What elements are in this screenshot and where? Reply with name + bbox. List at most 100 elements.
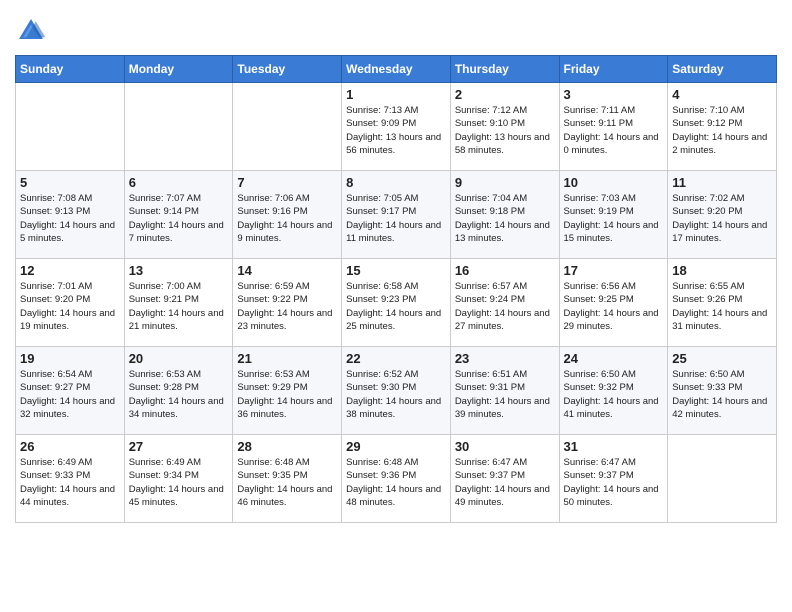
day-info: Sunrise: 6:48 AMSunset: 9:36 PMDaylight:… — [346, 456, 446, 509]
weekday-header: Saturday — [668, 56, 777, 83]
calendar-cell: 3 Sunrise: 7:11 AMSunset: 9:11 PMDayligh… — [559, 83, 668, 171]
day-info: Sunrise: 6:47 AMSunset: 9:37 PMDaylight:… — [455, 456, 555, 509]
day-number: 19 — [20, 351, 120, 366]
calendar-cell: 24 Sunrise: 6:50 AMSunset: 9:32 PMDaylig… — [559, 347, 668, 435]
day-number: 8 — [346, 175, 446, 190]
calendar-cell — [124, 83, 233, 171]
day-number: 12 — [20, 263, 120, 278]
day-number: 23 — [455, 351, 555, 366]
day-info: Sunrise: 7:12 AMSunset: 9:10 PMDaylight:… — [455, 104, 555, 157]
calendar-table: SundayMondayTuesdayWednesdayThursdayFrid… — [15, 55, 777, 523]
calendar-cell: 15 Sunrise: 6:58 AMSunset: 9:23 PMDaylig… — [342, 259, 451, 347]
day-number: 28 — [237, 439, 337, 454]
day-number: 16 — [455, 263, 555, 278]
calendar-cell: 26 Sunrise: 6:49 AMSunset: 9:33 PMDaylig… — [16, 435, 125, 523]
calendar-cell: 5 Sunrise: 7:08 AMSunset: 9:13 PMDayligh… — [16, 171, 125, 259]
calendar-cell: 1 Sunrise: 7:13 AMSunset: 9:09 PMDayligh… — [342, 83, 451, 171]
calendar-cell: 21 Sunrise: 6:53 AMSunset: 9:29 PMDaylig… — [233, 347, 342, 435]
calendar-cell: 29 Sunrise: 6:48 AMSunset: 9:36 PMDaylig… — [342, 435, 451, 523]
calendar-cell: 14 Sunrise: 6:59 AMSunset: 9:22 PMDaylig… — [233, 259, 342, 347]
day-info: Sunrise: 6:53 AMSunset: 9:28 PMDaylight:… — [129, 368, 229, 421]
day-info: Sunrise: 7:03 AMSunset: 9:19 PMDaylight:… — [564, 192, 664, 245]
calendar-cell: 9 Sunrise: 7:04 AMSunset: 9:18 PMDayligh… — [450, 171, 559, 259]
calendar-cell: 16 Sunrise: 6:57 AMSunset: 9:24 PMDaylig… — [450, 259, 559, 347]
calendar-header-row: SundayMondayTuesdayWednesdayThursdayFrid… — [16, 56, 777, 83]
day-info: Sunrise: 7:04 AMSunset: 9:18 PMDaylight:… — [455, 192, 555, 245]
day-info: Sunrise: 6:47 AMSunset: 9:37 PMDaylight:… — [564, 456, 664, 509]
calendar-cell: 11 Sunrise: 7:02 AMSunset: 9:20 PMDaylig… — [668, 171, 777, 259]
weekday-header: Thursday — [450, 56, 559, 83]
day-number: 14 — [237, 263, 337, 278]
calendar-cell: 6 Sunrise: 7:07 AMSunset: 9:14 PMDayligh… — [124, 171, 233, 259]
day-number: 20 — [129, 351, 229, 366]
calendar-cell: 31 Sunrise: 6:47 AMSunset: 9:37 PMDaylig… — [559, 435, 668, 523]
day-info: Sunrise: 7:06 AMSunset: 9:16 PMDaylight:… — [237, 192, 337, 245]
calendar-week-row: 19 Sunrise: 6:54 AMSunset: 9:27 PMDaylig… — [16, 347, 777, 435]
day-info: Sunrise: 7:01 AMSunset: 9:20 PMDaylight:… — [20, 280, 120, 333]
calendar-cell: 17 Sunrise: 6:56 AMSunset: 9:25 PMDaylig… — [559, 259, 668, 347]
day-info: Sunrise: 6:57 AMSunset: 9:24 PMDaylight:… — [455, 280, 555, 333]
day-number: 18 — [672, 263, 772, 278]
day-info: Sunrise: 6:54 AMSunset: 9:27 PMDaylight:… — [20, 368, 120, 421]
page-header — [15, 15, 777, 47]
day-number: 25 — [672, 351, 772, 366]
day-info: Sunrise: 6:49 AMSunset: 9:33 PMDaylight:… — [20, 456, 120, 509]
day-number: 27 — [129, 439, 229, 454]
weekday-header: Tuesday — [233, 56, 342, 83]
day-number: 2 — [455, 87, 555, 102]
day-number: 3 — [564, 87, 664, 102]
calendar-cell: 23 Sunrise: 6:51 AMSunset: 9:31 PMDaylig… — [450, 347, 559, 435]
calendar-week-row: 12 Sunrise: 7:01 AMSunset: 9:20 PMDaylig… — [16, 259, 777, 347]
calendar-cell: 7 Sunrise: 7:06 AMSunset: 9:16 PMDayligh… — [233, 171, 342, 259]
day-info: Sunrise: 7:02 AMSunset: 9:20 PMDaylight:… — [672, 192, 772, 245]
day-number: 4 — [672, 87, 772, 102]
calendar-cell: 12 Sunrise: 7:01 AMSunset: 9:20 PMDaylig… — [16, 259, 125, 347]
day-number: 21 — [237, 351, 337, 366]
day-number: 26 — [20, 439, 120, 454]
day-info: Sunrise: 6:52 AMSunset: 9:30 PMDaylight:… — [346, 368, 446, 421]
calendar-cell: 20 Sunrise: 6:53 AMSunset: 9:28 PMDaylig… — [124, 347, 233, 435]
day-info: Sunrise: 6:50 AMSunset: 9:32 PMDaylight:… — [564, 368, 664, 421]
calendar-week-row: 26 Sunrise: 6:49 AMSunset: 9:33 PMDaylig… — [16, 435, 777, 523]
weekday-header: Wednesday — [342, 56, 451, 83]
day-number: 15 — [346, 263, 446, 278]
day-info: Sunrise: 6:58 AMSunset: 9:23 PMDaylight:… — [346, 280, 446, 333]
calendar-cell: 13 Sunrise: 7:00 AMSunset: 9:21 PMDaylig… — [124, 259, 233, 347]
day-number: 31 — [564, 439, 664, 454]
day-info: Sunrise: 7:05 AMSunset: 9:17 PMDaylight:… — [346, 192, 446, 245]
calendar-cell — [233, 83, 342, 171]
calendar-cell: 28 Sunrise: 6:48 AMSunset: 9:35 PMDaylig… — [233, 435, 342, 523]
weekday-header: Monday — [124, 56, 233, 83]
day-number: 24 — [564, 351, 664, 366]
calendar-cell: 8 Sunrise: 7:05 AMSunset: 9:17 PMDayligh… — [342, 171, 451, 259]
day-number: 6 — [129, 175, 229, 190]
calendar-cell: 18 Sunrise: 6:55 AMSunset: 9:26 PMDaylig… — [668, 259, 777, 347]
day-number: 29 — [346, 439, 446, 454]
day-info: Sunrise: 7:10 AMSunset: 9:12 PMDaylight:… — [672, 104, 772, 157]
day-info: Sunrise: 6:53 AMSunset: 9:29 PMDaylight:… — [237, 368, 337, 421]
calendar-cell: 4 Sunrise: 7:10 AMSunset: 9:12 PMDayligh… — [668, 83, 777, 171]
day-info: Sunrise: 6:48 AMSunset: 9:35 PMDaylight:… — [237, 456, 337, 509]
day-info: Sunrise: 7:13 AMSunset: 9:09 PMDaylight:… — [346, 104, 446, 157]
calendar-week-row: 1 Sunrise: 7:13 AMSunset: 9:09 PMDayligh… — [16, 83, 777, 171]
calendar-cell: 25 Sunrise: 6:50 AMSunset: 9:33 PMDaylig… — [668, 347, 777, 435]
day-number: 9 — [455, 175, 555, 190]
day-info: Sunrise: 6:49 AMSunset: 9:34 PMDaylight:… — [129, 456, 229, 509]
weekday-header: Friday — [559, 56, 668, 83]
calendar-cell: 2 Sunrise: 7:12 AMSunset: 9:10 PMDayligh… — [450, 83, 559, 171]
day-number: 22 — [346, 351, 446, 366]
calendar-cell: 30 Sunrise: 6:47 AMSunset: 9:37 PMDaylig… — [450, 435, 559, 523]
day-number: 1 — [346, 87, 446, 102]
day-number: 17 — [564, 263, 664, 278]
day-number: 5 — [20, 175, 120, 190]
calendar-cell — [16, 83, 125, 171]
day-info: Sunrise: 6:56 AMSunset: 9:25 PMDaylight:… — [564, 280, 664, 333]
calendar-cell: 22 Sunrise: 6:52 AMSunset: 9:30 PMDaylig… — [342, 347, 451, 435]
day-number: 10 — [564, 175, 664, 190]
calendar-cell — [668, 435, 777, 523]
day-number: 11 — [672, 175, 772, 190]
weekday-header: Sunday — [16, 56, 125, 83]
calendar-cell: 19 Sunrise: 6:54 AMSunset: 9:27 PMDaylig… — [16, 347, 125, 435]
calendar-week-row: 5 Sunrise: 7:08 AMSunset: 9:13 PMDayligh… — [16, 171, 777, 259]
day-info: Sunrise: 6:51 AMSunset: 9:31 PMDaylight:… — [455, 368, 555, 421]
